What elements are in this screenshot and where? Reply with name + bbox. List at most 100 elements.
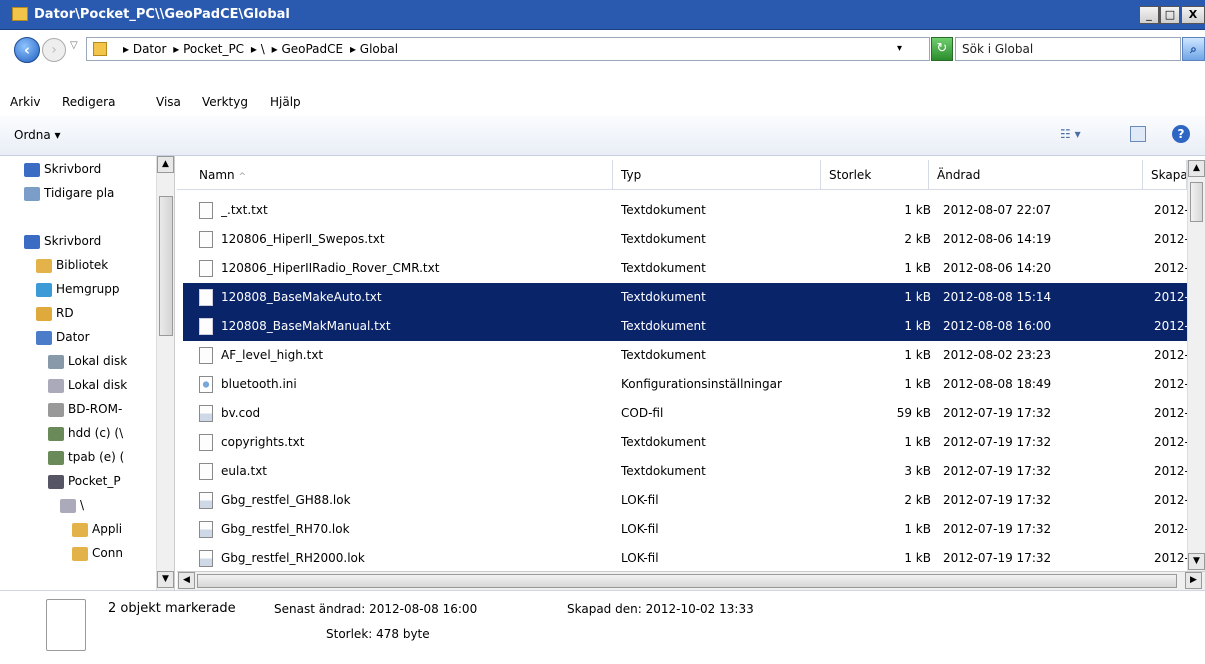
file-modified: 2012-07-19 17:32 bbox=[943, 493, 1052, 507]
scroll-up-button[interactable]: ▲ bbox=[157, 156, 174, 173]
breadcrumb-item[interactable]: ▸ GeoPadCE bbox=[272, 42, 344, 56]
search-icon[interactable]: ⌕ bbox=[1182, 37, 1205, 61]
nav-item[interactable]: Hemgrupp bbox=[0, 278, 156, 302]
scroll-right-button[interactable]: ▶ bbox=[1185, 572, 1202, 589]
nav-item[interactable]: Skrivbord bbox=[0, 230, 156, 254]
window-title: Dator\Pocket_PC\\GeoPadCE\Global bbox=[34, 7, 290, 22]
scroll-down-button[interactable]: ▼ bbox=[1188, 553, 1205, 570]
nav-item-label: Skrivbord bbox=[44, 162, 102, 176]
nav-item[interactable]: Conn bbox=[0, 542, 156, 566]
nav-item-label: tpab (e) ( bbox=[68, 450, 125, 464]
file-modified: 2012-07-19 17:32 bbox=[943, 522, 1052, 536]
file-type: Konfigurationsinställningar bbox=[621, 377, 782, 391]
close-button[interactable]: X bbox=[1181, 6, 1205, 24]
file-row[interactable]: AF_level_high.txt Textdokument 1 kB 2012-08… bbox=[183, 341, 1187, 370]
menu-edit[interactable]: Redigera bbox=[62, 95, 115, 109]
column-header-name[interactable]: Namn ^ bbox=[191, 160, 613, 190]
column-header-size[interactable]: Storlek bbox=[821, 160, 929, 190]
nav-item-icon bbox=[48, 402, 64, 417]
forward-button[interactable]: › bbox=[42, 38, 66, 62]
file-row[interactable]: Gbg_restfel_RH2000.lok LOK-fil 1 kB 2012-07… bbox=[183, 544, 1187, 571]
nav-item[interactable]: \ bbox=[0, 494, 156, 518]
nav-item[interactable]: Bibliotek bbox=[0, 254, 156, 278]
view-options-button[interactable]: ☷ ▾ bbox=[1060, 127, 1081, 141]
minimize-button[interactable]: _ bbox=[1139, 6, 1159, 24]
file-row[interactable]: _.txt.txt Textdokument 1 kB 2012-08-07 22:0… bbox=[183, 196, 1187, 225]
nav-item[interactable]: hdd (c) (\ bbox=[0, 422, 156, 446]
file-row[interactable]: 120806_HiperII_Swepos.txt Textdokument 2 k… bbox=[183, 225, 1187, 254]
back-button[interactable]: ‹ bbox=[14, 37, 40, 63]
address-dropdown-button[interactable]: ▾ bbox=[897, 43, 902, 54]
breadcrumb-item[interactable]: ▸ Pocket_PC bbox=[173, 42, 244, 56]
nav-item-label: \ bbox=[80, 498, 85, 512]
modified-date: Senast ändrad: 2012-08-08 16:00 bbox=[274, 602, 478, 616]
search-placeholder: Sök i Global bbox=[962, 42, 1034, 56]
nav-item[interactable]: RD bbox=[0, 302, 156, 326]
list-scrollbar[interactable]: ▲ ▼ bbox=[1187, 160, 1205, 572]
breadcrumb-item[interactable]: ▸ \ bbox=[251, 42, 265, 56]
scroll-left-button[interactable]: ◀ bbox=[178, 572, 195, 589]
nav-item[interactable]: BD-ROM- bbox=[0, 398, 156, 422]
nav-item[interactable]: Lokal disk bbox=[0, 374, 156, 398]
file-size: 1 kB bbox=[904, 435, 931, 449]
file-row[interactable]: Gbg_restfel_GH88.lok LOK-fil 2 kB 2012-07-1… bbox=[183, 486, 1187, 515]
scroll-thumb[interactable] bbox=[159, 196, 173, 336]
txt-file-icon bbox=[199, 231, 213, 248]
preview-pane-button[interactable] bbox=[1130, 126, 1146, 142]
organize-button[interactable]: Ordna ▾ bbox=[14, 128, 61, 142]
file-modified: 2012-07-19 17:32 bbox=[943, 406, 1052, 420]
nav-item[interactable]: Dator bbox=[0, 326, 156, 350]
file-size: 59 kB bbox=[896, 406, 931, 420]
details-pane: 2 objekt markerade Senast ändrad: 2012-0… bbox=[0, 590, 1205, 664]
nav-item[interactable]: Pocket_P bbox=[0, 470, 156, 494]
menu-help[interactable]: Hjälp bbox=[270, 95, 301, 109]
file-type: LOK-fil bbox=[621, 522, 659, 536]
column-header-created[interactable]: Skapa bbox=[1143, 160, 1187, 190]
file-created: 2012- bbox=[1154, 232, 1187, 246]
lok-file-icon bbox=[199, 550, 213, 567]
file-row[interactable]: Gbg_restfel_RH70.lok LOK-fil 1 kB 2012-07-1… bbox=[183, 515, 1187, 544]
file-row[interactable]: bluetooth.ini Konfigurationsinställningar… bbox=[183, 370, 1187, 399]
nav-item[interactable]: Skrivbord bbox=[0, 158, 156, 182]
file-row[interactable]: 120808_BaseMakeAuto.txt Textdokument 1 kB 2… bbox=[183, 283, 1187, 312]
nav-item[interactable]: Appli bbox=[0, 518, 156, 542]
menu-file[interactable]: Arkiv bbox=[10, 95, 41, 109]
file-modified: 2012-07-19 17:32 bbox=[943, 551, 1052, 565]
file-name: eula.txt bbox=[221, 464, 268, 478]
nav-item[interactable]: Tidigare pla bbox=[0, 182, 156, 206]
search-input[interactable]: Sök i Global bbox=[955, 37, 1181, 61]
nav-scrollbar[interactable]: ▲ ▼ bbox=[156, 156, 174, 590]
file-created: 2012- bbox=[1154, 493, 1187, 507]
horizontal-scrollbar[interactable]: ◀ ▶ bbox=[177, 571, 1205, 590]
nav-item[interactable]: Lokal disk bbox=[0, 350, 156, 374]
file-name: _.txt.txt bbox=[221, 203, 268, 217]
file-row[interactable]: 120806_HiperIIRadio_Rover_CMR.txt Textdok… bbox=[183, 254, 1187, 283]
file-created: 2012- bbox=[1154, 406, 1187, 420]
breadcrumb-item[interactable]: ▸ Dator bbox=[123, 42, 166, 56]
menu-tools[interactable]: Verktyg bbox=[202, 95, 248, 109]
help-button[interactable]: ? bbox=[1172, 125, 1190, 143]
menu-view[interactable]: Visa bbox=[156, 95, 181, 109]
scroll-down-button[interactable]: ▼ bbox=[157, 571, 174, 588]
created-date: Skapad den: 2012-10-02 13:33 bbox=[567, 602, 754, 616]
scroll-thumb[interactable] bbox=[197, 574, 1177, 588]
breadcrumb-item[interactable]: ▸ Global bbox=[350, 42, 398, 56]
selection-count: 2 objekt markerade bbox=[108, 601, 236, 616]
refresh-button[interactable]: ↻ bbox=[931, 37, 953, 61]
file-name: 120808_BaseMakManual.txt bbox=[221, 319, 391, 333]
file-row[interactable]: 120808_BaseMakManual.txt Textdokument 1 kB… bbox=[183, 312, 1187, 341]
file-row[interactable]: eula.txt Textdokument 3 kB 2012-07-19 17:32… bbox=[183, 457, 1187, 486]
nav-item[interactable]: tpab (e) ( bbox=[0, 446, 156, 470]
column-header-type[interactable]: Typ bbox=[613, 160, 821, 190]
file-type: Textdokument bbox=[621, 319, 706, 333]
scroll-thumb[interactable] bbox=[1190, 182, 1203, 222]
recent-pages-dropdown[interactable]: ▽ bbox=[70, 40, 78, 51]
nav-item-label: Tidigare pla bbox=[44, 186, 115, 200]
address-input[interactable]: ▸ Dator ▸ Pocket_PC ▸ \ ▸ GeoPadCE ▸ Glo… bbox=[86, 37, 930, 61]
column-header-modified[interactable]: Ändrad bbox=[929, 160, 1143, 190]
file-row[interactable]: copyrights.txt Textdokument 1 kB 2012-07-19… bbox=[183, 428, 1187, 457]
maximize-button[interactable]: □ bbox=[1160, 6, 1180, 24]
file-row[interactable]: bv.cod COD-fil 59 kB 2012-07-19 17:32 2012- bbox=[183, 399, 1187, 428]
scroll-up-button[interactable]: ▲ bbox=[1188, 160, 1205, 177]
